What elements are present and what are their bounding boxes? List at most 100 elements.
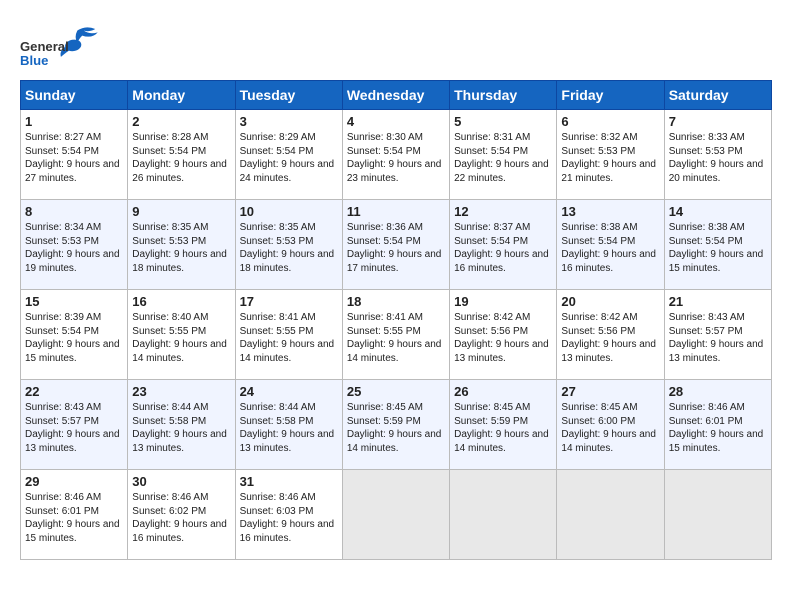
calendar-cell: 31 Sunrise: 8:46 AMSunset: 6:03 PMDayligh… xyxy=(235,470,342,560)
cell-info: Sunrise: 8:38 AMSunset: 5:54 PMDaylight:… xyxy=(669,221,767,275)
weekday-header-row: SundayMondayTuesdayWednesdayThursdayFrid… xyxy=(21,81,772,110)
day-number: 15 xyxy=(25,294,123,309)
calendar-cell: 12 Sunrise: 8:37 AMSunset: 5:54 PMDayligh… xyxy=(450,200,557,290)
calendar-cell: 13 Sunrise: 8:38 AMSunset: 5:54 PMDayligh… xyxy=(557,200,664,290)
calendar-cell: 11Sunrise: 8:36 AMSunset: 5:54 PMDayligh… xyxy=(342,200,449,290)
day-number: 9 xyxy=(132,204,230,219)
cell-info: Sunrise: 8:35 AMSunset: 5:53 PMDaylight:… xyxy=(240,221,338,275)
calendar-cell: 20Sunrise: 8:42 AMSunset: 5:56 PMDayligh… xyxy=(557,290,664,380)
day-number: 25 xyxy=(347,384,445,399)
calendar-cell: 25Sunrise: 8:45 AMSunset: 5:59 PMDayligh… xyxy=(342,380,449,470)
calendar-cell: 3 Sunrise: 8:29 AMSunset: 5:54 PMDaylight… xyxy=(235,110,342,200)
day-number: 11 xyxy=(347,204,445,219)
cell-info: Sunrise: 8:42 AMSunset: 5:56 PMDaylight:… xyxy=(454,311,552,365)
calendar-cell: 21 Sunrise: 8:43 AMSunset: 5:57 PMDayligh… xyxy=(664,290,771,380)
calendar-cell: 2 Sunrise: 8:28 AMSunset: 5:54 PMDaylight… xyxy=(128,110,235,200)
day-number: 19 xyxy=(454,294,552,309)
cell-info: Sunrise: 8:45 AMSunset: 6:00 PMDaylight:… xyxy=(561,401,659,455)
weekday-header-friday: Friday xyxy=(557,81,664,110)
cell-info: Sunrise: 8:42 AMSunset: 5:56 PMDaylight:… xyxy=(561,311,659,365)
calendar-cell: 15 Sunrise: 8:39 AMSunset: 5:54 PMDayligh… xyxy=(21,290,128,380)
weekday-header-monday: Monday xyxy=(128,81,235,110)
cell-info: Sunrise: 8:37 AMSunset: 5:54 PMDaylight:… xyxy=(454,221,552,275)
calendar-cell: 28Sunrise: 8:46 AMSunset: 6:01 PMDayligh… xyxy=(664,380,771,470)
calendar-cell: 1Sunrise: 8:27 AMSunset: 5:54 PMDaylight… xyxy=(21,110,128,200)
day-number: 29 xyxy=(25,474,123,489)
calendar-cell: 26 Sunrise: 8:45 AMSunset: 5:59 PMDayligh… xyxy=(450,380,557,470)
day-number: 14 xyxy=(669,204,767,219)
day-number: 13 xyxy=(561,204,659,219)
calendar-cell: 8 Sunrise: 8:34 AMSunset: 5:53 PMDaylight… xyxy=(21,200,128,290)
cell-info: Sunrise: 8:44 AMSunset: 5:58 PMDaylight:… xyxy=(132,401,230,455)
cell-info: Sunrise: 8:33 AMSunset: 5:53 PMDaylight:… xyxy=(669,131,767,185)
day-number: 10 xyxy=(240,204,338,219)
calendar-cell: 10 Sunrise: 8:35 AMSunset: 5:53 PMDayligh… xyxy=(235,200,342,290)
page: General Blue SundayMondayTuesdayWednesda… xyxy=(0,0,792,580)
calendar-cell: 30Sunrise: 8:46 AMSunset: 6:02 PMDayligh… xyxy=(128,470,235,560)
cell-info: Sunrise: 8:44 AMSunset: 5:58 PMDaylight:… xyxy=(240,401,338,455)
calendar-table: SundayMondayTuesdayWednesdayThursdayFrid… xyxy=(20,80,772,560)
calendar-cell: 9 Sunrise: 8:35 AMSunset: 5:53 PMDaylight… xyxy=(128,200,235,290)
day-number: 2 xyxy=(132,114,230,129)
day-number: 8 xyxy=(25,204,123,219)
calendar-cell: 7 Sunrise: 8:33 AMSunset: 5:53 PMDaylight… xyxy=(664,110,771,200)
day-number: 7 xyxy=(669,114,767,129)
day-number: 24 xyxy=(240,384,338,399)
calendar-cell: 5 Sunrise: 8:31 AMSunset: 5:54 PMDaylight… xyxy=(450,110,557,200)
cell-info: Sunrise: 8:31 AMSunset: 5:54 PMDaylight:… xyxy=(454,131,552,185)
week-row-2: 8 Sunrise: 8:34 AMSunset: 5:53 PMDaylight… xyxy=(21,200,772,290)
cell-info: Sunrise: 8:29 AMSunset: 5:54 PMDaylight:… xyxy=(240,131,338,185)
week-row-4: 22 Sunrise: 8:43 AMSunset: 5:57 PMDayligh… xyxy=(21,380,772,470)
cell-info: Sunrise: 8:43 AMSunset: 5:57 PMDaylight:… xyxy=(25,401,123,455)
calendar-cell xyxy=(557,470,664,560)
week-row-3: 15 Sunrise: 8:39 AMSunset: 5:54 PMDayligh… xyxy=(21,290,772,380)
day-number: 18 xyxy=(347,294,445,309)
header: General Blue xyxy=(20,20,772,70)
cell-info: Sunrise: 8:45 AMSunset: 5:59 PMDaylight:… xyxy=(454,401,552,455)
day-number: 30 xyxy=(132,474,230,489)
cell-info: Sunrise: 8:28 AMSunset: 5:54 PMDaylight:… xyxy=(132,131,230,185)
calendar-cell: 18 Sunrise: 8:41 AMSunset: 5:55 PMDayligh… xyxy=(342,290,449,380)
calendar-cell xyxy=(450,470,557,560)
cell-info: Sunrise: 8:43 AMSunset: 5:57 PMDaylight:… xyxy=(669,311,767,365)
day-number: 3 xyxy=(240,114,338,129)
calendar-cell: 17 Sunrise: 8:41 AMSunset: 5:55 PMDayligh… xyxy=(235,290,342,380)
cell-info: Sunrise: 8:38 AMSunset: 5:54 PMDaylight:… xyxy=(561,221,659,275)
day-number: 23 xyxy=(132,384,230,399)
day-number: 26 xyxy=(454,384,552,399)
calendar-cell: 16 Sunrise: 8:40 AMSunset: 5:55 PMDayligh… xyxy=(128,290,235,380)
day-number: 4 xyxy=(347,114,445,129)
cell-info: Sunrise: 8:46 AMSunset: 6:03 PMDaylight:… xyxy=(240,491,338,545)
cell-info: Sunrise: 8:41 AMSunset: 5:55 PMDaylight:… xyxy=(347,311,445,365)
day-number: 5 xyxy=(454,114,552,129)
cell-info: Sunrise: 8:35 AMSunset: 5:53 PMDaylight:… xyxy=(132,221,230,275)
calendar-cell: 29Sunrise: 8:46 AMSunset: 6:01 PMDayligh… xyxy=(21,470,128,560)
calendar-cell: 23 Sunrise: 8:44 AMSunset: 5:58 PMDayligh… xyxy=(128,380,235,470)
calendar-cell: 14 Sunrise: 8:38 AMSunset: 5:54 PMDayligh… xyxy=(664,200,771,290)
week-row-1: 1Sunrise: 8:27 AMSunset: 5:54 PMDaylight… xyxy=(21,110,772,200)
cell-info: Sunrise: 8:30 AMSunset: 5:54 PMDaylight:… xyxy=(347,131,445,185)
day-number: 22 xyxy=(25,384,123,399)
calendar-cell: 27 Sunrise: 8:45 AMSunset: 6:00 PMDayligh… xyxy=(557,380,664,470)
cell-info: Sunrise: 8:41 AMSunset: 5:55 PMDaylight:… xyxy=(240,311,338,365)
cell-info: Sunrise: 8:27 AMSunset: 5:54 PMDaylight:… xyxy=(25,131,123,185)
day-number: 12 xyxy=(454,204,552,219)
weekday-header-thursday: Thursday xyxy=(450,81,557,110)
weekday-header-tuesday: Tuesday xyxy=(235,81,342,110)
cell-info: Sunrise: 8:39 AMSunset: 5:54 PMDaylight:… xyxy=(25,311,123,365)
cell-info: Sunrise: 8:40 AMSunset: 5:55 PMDaylight:… xyxy=(132,311,230,365)
svg-text:General: General xyxy=(20,39,69,54)
weekday-header-sunday: Sunday xyxy=(21,81,128,110)
day-number: 16 xyxy=(132,294,230,309)
weekday-header-saturday: Saturday xyxy=(664,81,771,110)
calendar-cell: 24 Sunrise: 8:44 AMSunset: 5:58 PMDayligh… xyxy=(235,380,342,470)
calendar-cell: 19 Sunrise: 8:42 AMSunset: 5:56 PMDayligh… xyxy=(450,290,557,380)
calendar-cell xyxy=(342,470,449,560)
day-number: 27 xyxy=(561,384,659,399)
day-number: 31 xyxy=(240,474,338,489)
day-number: 17 xyxy=(240,294,338,309)
day-number: 6 xyxy=(561,114,659,129)
day-number: 21 xyxy=(669,294,767,309)
cell-info: Sunrise: 8:34 AMSunset: 5:53 PMDaylight:… xyxy=(25,221,123,275)
svg-text:Blue: Blue xyxy=(20,53,48,68)
